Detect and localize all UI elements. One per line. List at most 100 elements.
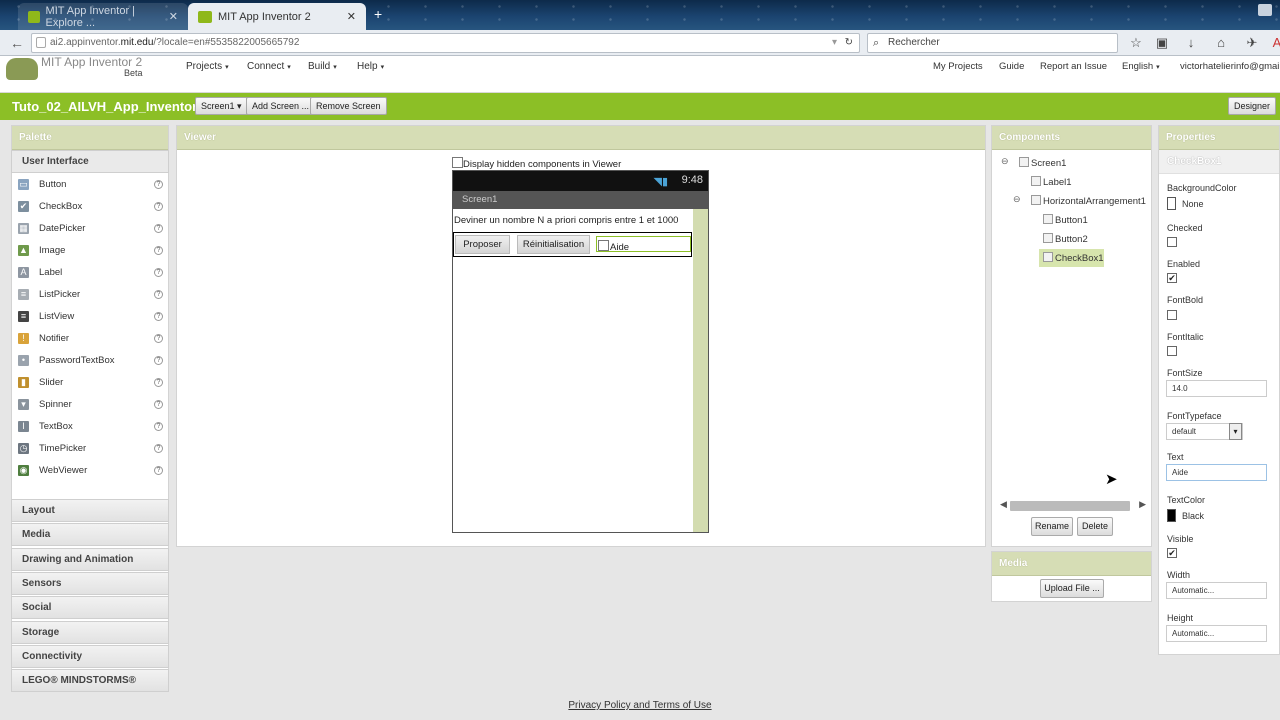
tree-node-checkbox1[interactable]: CheckBox1 [1043,252,1104,264]
palette-item-webviewer[interactable]: ◉ WebViewer? [12,460,168,482]
browser-tab-app-inventor[interactable]: MIT App Inventor 2 ✕ [188,3,366,30]
tree-node-label1[interactable]: Label1 [1031,176,1072,188]
visible-checkbox[interactable]: ✔ [1167,548,1177,558]
palette-item-slider[interactable]: ▮ Slider? [12,372,168,394]
help-icon[interactable]: ? [154,356,163,365]
help-icon[interactable]: ? [154,334,163,343]
category-connectivity[interactable]: Connectivity [11,645,169,668]
fontitalic-checkbox[interactable] [1167,346,1177,356]
help-icon[interactable]: ? [154,202,163,211]
tree-node-horizontalarrangement1[interactable]: HorizontalArrangement1 [1031,195,1146,207]
close-tab-icon[interactable]: ✕ [347,10,356,23]
tree-node-screen1[interactable]: Screen1 [1019,157,1066,169]
category-media[interactable]: Media [11,523,169,546]
account-menu[interactable]: victorhatelierinfo@gmail [1180,61,1280,72]
text-input[interactable]: Aide [1166,464,1267,481]
help-icon[interactable]: ? [154,246,163,255]
addon-icon[interactable]: A [1268,34,1280,52]
help-icon[interactable]: ? [154,378,163,387]
backgroundcolor-value[interactable]: None [1182,199,1204,209]
palette-item-datepicker[interactable]: ▦ DatePicker? [12,218,168,240]
category-social[interactable]: Social [11,596,169,619]
chevron-down-icon[interactable]: ▾ [1229,423,1242,440]
url-dropdown-icon[interactable]: ▾ [832,34,837,52]
enabled-checkbox[interactable]: ✔ [1167,273,1177,283]
remove-screen-button[interactable]: Remove Screen [310,97,387,115]
reload-icon[interactable]: ↻ [845,34,853,52]
language-menu[interactable]: English ▾ [1122,61,1160,72]
bookmarks-menu-icon[interactable]: ▣ [1153,34,1171,52]
new-tab-button[interactable]: + [374,6,382,22]
palette-item-notifier[interactable]: ! Notifier? [12,328,168,350]
bookmark-star-icon[interactable]: ☆ [1127,34,1145,52]
palette-item-checkbox[interactable]: ✔ CheckBox? [12,196,168,218]
screen-select-button[interactable]: Screen1 ▾ [195,97,248,115]
guide-link[interactable]: Guide [999,61,1024,72]
components-scrollbar[interactable]: ◀ ▶ [1000,499,1146,511]
category-drawing-animation[interactable]: Drawing and Animation [11,548,169,571]
my-projects-link[interactable]: My Projects [933,61,983,72]
back-arrow-icon[interactable]: ← [8,33,26,53]
textcolor-swatch[interactable] [1167,509,1176,522]
collapse-screen1-icon[interactable]: ⊖ [1001,156,1009,167]
download-icon[interactable]: ↓ [1182,34,1200,52]
browser-tab-explore[interactable]: MIT App Inventor | Explore ... ✕ [18,3,188,30]
report-issue-link[interactable]: Report an Issue [1040,61,1107,72]
palette-item-listview[interactable]: ≡ ListView? [12,306,168,328]
menu-projects[interactable]: Projects ▾ [186,61,229,72]
help-icon[interactable]: ? [154,312,163,321]
help-icon[interactable]: ? [154,290,163,299]
upload-file-button[interactable]: Upload File ... [1040,579,1104,598]
category-layout[interactable]: Layout [11,499,169,522]
category-user-interface[interactable]: User Interface [11,150,169,173]
home-icon[interactable]: ⌂ [1212,34,1230,52]
fontbold-checkbox[interactable] [1167,310,1177,320]
palette-item-timepicker[interactable]: ◷ TimePicker? [12,438,168,460]
help-icon[interactable]: ? [154,422,163,431]
palette-item-spinner[interactable]: ▾ Spinner? [12,394,168,416]
width-input[interactable]: Automatic... [1166,582,1267,599]
add-screen-button[interactable]: Add Screen ... [246,97,316,115]
help-icon[interactable]: ? [154,180,163,189]
checked-checkbox[interactable] [1167,237,1177,247]
delete-button[interactable]: Delete [1077,517,1113,536]
textcolor-value[interactable]: Black [1182,511,1204,521]
search-input[interactable]: ⌕ Rechercher [867,33,1118,53]
menu-help[interactable]: Help ▾ [357,61,384,72]
category-lego-mindstorms[interactable]: LEGO® MINDSTORMS® [11,669,169,692]
palette-item-passwordtextbox[interactable]: • PasswordTextBox? [12,350,168,372]
palette-item-listpicker[interactable]: ≡ ListPicker? [12,284,168,306]
tree-node-button1[interactable]: Button1 [1043,214,1088,226]
palette-item-image[interactable]: ▲ Image? [12,240,168,262]
close-tab-icon[interactable]: ✕ [169,10,178,23]
help-icon[interactable]: ? [154,224,163,233]
rename-button[interactable]: Rename [1031,517,1073,536]
preview-checkbox-square[interactable] [598,240,609,251]
preview-label1[interactable]: Deviner un nombre N a priori compris ent… [454,215,678,226]
help-icon[interactable]: ? [154,466,163,475]
height-input[interactable]: Automatic... [1166,625,1267,642]
preview-button-reinitialisation[interactable]: Réinitialisation [517,235,590,254]
scrollbar-thumb[interactable] [1010,501,1130,511]
help-icon[interactable]: ? [154,444,163,453]
help-icon[interactable]: ? [154,400,163,409]
palette-item-textbox[interactable]: I TextBox? [12,416,168,438]
backgroundcolor-swatch[interactable] [1167,197,1176,210]
window-control-icon[interactable] [1258,4,1272,16]
designer-button[interactable]: Designer [1227,97,1276,115]
preview-button-proposer[interactable]: Proposer [455,235,510,254]
display-hidden-checkbox[interactable] [452,157,463,168]
sync-icon[interactable]: ✈ [1243,34,1261,52]
scroll-right-icon[interactable]: ▶ [1139,499,1146,510]
category-sensors[interactable]: Sensors [11,572,169,595]
collapse-arrangement-icon[interactable]: ⊖ [1013,194,1021,205]
category-storage[interactable]: Storage [11,621,169,644]
help-icon[interactable]: ? [154,268,163,277]
scroll-left-icon[interactable]: ◀ [1000,499,1007,510]
palette-item-label[interactable]: A Label? [12,262,168,284]
address-bar[interactable]: ai2.appinventor.mit.edu/?locale=en#55358… [31,33,860,53]
tree-node-button2[interactable]: Button2 [1043,233,1088,245]
privacy-policy-link[interactable]: Privacy Policy and Terms of Use [568,700,711,711]
menu-connect[interactable]: Connect ▾ [247,61,291,72]
palette-item-button[interactable]: ▭ Button? [12,174,168,196]
